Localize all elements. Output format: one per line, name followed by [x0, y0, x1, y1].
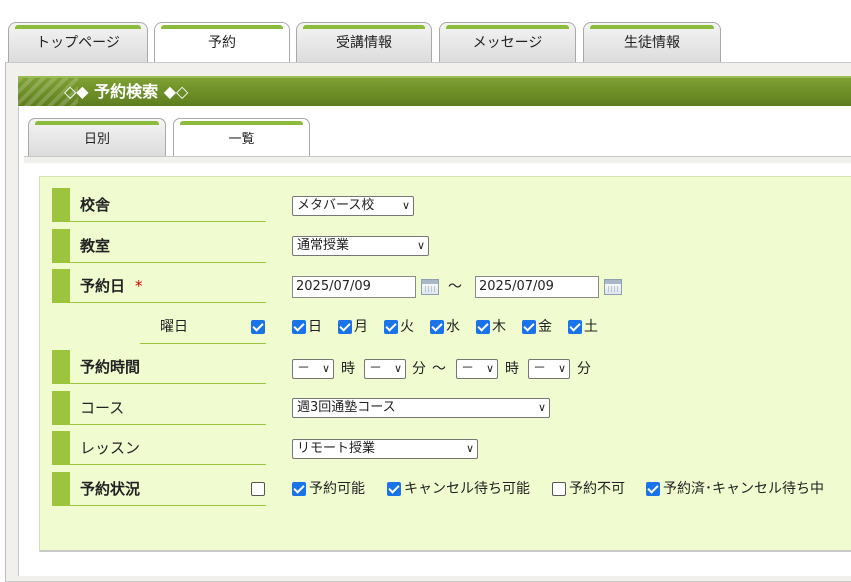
date-from-input[interactable]: 2025/07/09 — [292, 276, 416, 298]
label-text: 予約時間 — [80, 358, 141, 376]
start-minute-select[interactable]: － ∨ — [364, 359, 406, 379]
chevron-down-icon: ∨ — [557, 362, 566, 375]
hour-unit: 時 — [341, 361, 355, 377]
chevron-down-icon: ∨ — [485, 362, 494, 375]
room-select[interactable]: 通常授業 ∨ — [292, 236, 429, 256]
weekday-label-mon: 月 — [354, 319, 368, 335]
required-mark: * — [135, 277, 143, 295]
section-title: ◇◆ 予約検索 ◆◇ — [64, 82, 189, 101]
label-text: レッスン — [80, 439, 141, 457]
label-text: 予約日 — [80, 277, 126, 295]
tab-course-info[interactable]: 受講情報 — [296, 22, 432, 62]
sub-tab-divider — [24, 156, 851, 163]
weekday-label-thu: 木 — [492, 319, 506, 335]
date-to-input[interactable]: 2025/07/09 — [475, 276, 599, 298]
weekday-label-tue: 火 — [400, 319, 414, 335]
select-value: 週3回通塾コース — [297, 400, 396, 415]
chevron-down-icon: ∨ — [393, 362, 402, 375]
label-text: コース — [80, 399, 125, 417]
status-label-waitlist-available: キャンセル待ち可能 — [404, 481, 530, 497]
tab-label: 生徒情報 — [624, 35, 680, 51]
weekday-checkbox-fri[interactable] — [522, 320, 536, 334]
school-select[interactable]: メタバース校 ∨ — [292, 196, 414, 216]
end-hour-select[interactable]: － ∨ — [456, 359, 498, 379]
time-label: 予約時間 — [52, 350, 266, 384]
weekday-label: 曜日 — [140, 310, 266, 344]
weekday-label-sat: 土 — [584, 319, 598, 335]
tab-daily[interactable]: 日別 — [28, 118, 166, 156]
status-all-checkbox[interactable] — [251, 482, 265, 496]
label-text: 曜日 — [160, 319, 188, 335]
select-value: 通常授業 — [297, 238, 350, 253]
weekday-all-checkbox[interactable] — [251, 320, 265, 334]
weekday-label-sun: 日 — [308, 319, 322, 335]
room-label: 教室 — [52, 229, 266, 263]
chevron-down-icon: ∨ — [537, 401, 546, 414]
select-value: メタバース校 — [297, 198, 375, 213]
date-range-separator: ～ — [448, 279, 462, 295]
course-label: コース — [52, 391, 266, 425]
tab-label: メッセージ — [472, 35, 543, 51]
chevron-down-icon: ∨ — [321, 362, 330, 375]
select-value: － — [533, 361, 547, 376]
weekday-checkbox-thu[interactable] — [476, 320, 490, 334]
minute-unit: 分 — [412, 361, 426, 377]
hour-unit: 時 — [505, 361, 519, 377]
label-text: 教室 — [80, 237, 111, 255]
school-label: 校舎 — [52, 188, 266, 222]
tab-label: 日別 — [83, 132, 110, 147]
lesson-label: レッスン — [52, 431, 266, 465]
date-label: 予約日 * — [52, 269, 266, 303]
weekday-checkbox-sun[interactable] — [292, 320, 306, 334]
course-select[interactable]: 週3回通塾コース ∨ — [292, 398, 550, 418]
status-label-available: 予約可能 — [309, 481, 365, 497]
weekday-checkbox-mon[interactable] — [338, 320, 352, 334]
status-label: 予約状況 — [52, 472, 266, 506]
select-value: － — [297, 361, 311, 376]
status-label-booked-waiting: 予約済･キャンセル待ち中 — [663, 481, 824, 497]
weekday-checkbox-wed[interactable] — [430, 320, 444, 334]
calendar-icon[interactable] — [604, 279, 622, 295]
label-text: 校舎 — [80, 196, 111, 214]
tab-list[interactable]: 一覧 — [173, 118, 310, 158]
select-value: － — [461, 361, 475, 376]
weekday-checkbox-sat[interactable] — [568, 320, 582, 334]
section-header: ◇◆ 予約検索 ◆◇ — [18, 76, 851, 106]
minute-unit: 分 — [577, 361, 591, 377]
chevron-down-icon: ∨ — [416, 239, 425, 252]
tab-label: 一覧 — [228, 132, 255, 147]
tab-student-info[interactable]: 生徒情報 — [583, 22, 721, 62]
chevron-down-icon: ∨ — [401, 199, 410, 212]
lesson-select[interactable]: リモート授業 ∨ — [292, 439, 478, 459]
tab-reservation[interactable]: 予約 — [154, 22, 290, 64]
calendar-icon[interactable] — [421, 279, 439, 295]
tab-label: トップページ — [36, 35, 120, 51]
status-checkbox-booked-waiting[interactable] — [646, 482, 660, 496]
tab-messages[interactable]: メッセージ — [439, 22, 576, 62]
label-text: 予約状況 — [80, 480, 141, 498]
time-range-separator: ～ — [432, 361, 446, 377]
status-checkbox-unavailable[interactable] — [552, 482, 566, 496]
tab-label: 受講情報 — [336, 35, 392, 51]
status-checkbox-available[interactable] — [292, 482, 306, 496]
weekday-label-wed: 水 — [446, 319, 460, 335]
status-label-unavailable: 予約不可 — [569, 481, 625, 497]
tab-top-page[interactable]: トップページ — [8, 22, 148, 62]
select-value: － — [369, 361, 383, 376]
end-minute-select[interactable]: － ∨ — [528, 359, 570, 379]
tab-label: 予約 — [208, 35, 236, 51]
status-checkbox-waitlist-available[interactable] — [387, 482, 401, 496]
start-hour-select[interactable]: － ∨ — [292, 359, 334, 379]
select-value: リモート授業 — [297, 441, 376, 456]
chevron-down-icon: ∨ — [465, 442, 474, 455]
weekday-label-fri: 金 — [538, 319, 552, 335]
weekday-checkbox-tue[interactable] — [384, 320, 398, 334]
